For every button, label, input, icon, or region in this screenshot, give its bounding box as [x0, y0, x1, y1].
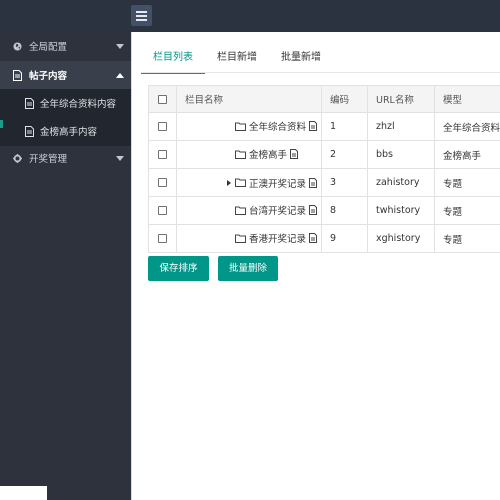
tab-divider	[141, 72, 500, 73]
sidebar-item-label: 全局配置	[29, 42, 68, 53]
name-cell: 全年综合资料	[176, 112, 322, 141]
column-table: 栏目名称 编码 URL名称 模型 全年综合资料 1 zhzl 全年综合资料 金榜高手 2 b…	[148, 85, 500, 253]
save-sort-button[interactable]: 保存排序	[148, 256, 209, 281]
header-code: 编码	[321, 85, 368, 113]
bottom-panel	[0, 486, 47, 500]
tab-column-list[interactable]: 栏目列表	[141, 44, 205, 74]
code-cell: 3	[321, 168, 368, 197]
table-row: 台湾开奖记录 8 twhistory 专题	[148, 196, 500, 225]
sidebar-item-post-content[interactable]: 帖子内容	[0, 61, 131, 89]
code-cell: 2	[321, 140, 368, 169]
table-row: 全年综合资料 1 zhzl 全年综合资料	[148, 112, 500, 141]
edit-icon[interactable]	[309, 177, 318, 188]
row-checkbox[interactable]	[158, 206, 167, 215]
tab-column-add[interactable]: 栏目新增	[205, 44, 269, 74]
url-cell: xghistory	[367, 224, 435, 253]
model-cell: 金榜高手	[434, 140, 500, 169]
column-name: 全年综合资料	[249, 122, 307, 134]
tab-bar: 栏目列表 栏目新增 批量新增	[141, 44, 333, 74]
model-cell: 全年综合资料	[434, 112, 500, 141]
sidebar-subitem-annual-data[interactable]: 全年综合资料内容	[0, 89, 131, 117]
chevron-up-icon	[116, 72, 124, 78]
globe-icon	[12, 41, 23, 51]
name-cell: 香港开奖记录	[176, 224, 322, 253]
row-select-cell	[148, 140, 177, 169]
table-row: 正澳开奖记录 3 zahistory 专题	[148, 168, 500, 197]
sidebar-subitem-gold-list[interactable]: 金榜高手内容	[0, 117, 131, 145]
document-icon	[25, 125, 34, 137]
sidebar: 全局配置 帖子内容 全年综合资料内容 金榜高手内容 开奖管理	[0, 32, 131, 500]
document-icon	[12, 69, 23, 81]
url-cell: bbs	[367, 140, 435, 169]
code-cell: 9	[321, 224, 368, 253]
table-row: 金榜高手 2 bbs 金榜高手	[148, 140, 500, 169]
model-cell: 专题	[434, 196, 500, 225]
row-select-cell	[148, 168, 177, 197]
row-checkbox[interactable]	[158, 150, 167, 159]
sidebar-submenu: 全年综合资料内容 金榜高手内容	[0, 89, 131, 146]
url-cell: zhzl	[367, 112, 435, 141]
batch-delete-button[interactable]: 批量删除	[218, 256, 278, 281]
column-name: 台湾开奖记录	[249, 206, 307, 218]
name-cell: 台湾开奖记录	[176, 196, 322, 225]
column-name: 金榜高手	[249, 150, 288, 162]
menu-toggle-button[interactable]	[131, 5, 152, 26]
row-checkbox[interactable]	[158, 178, 167, 187]
sidebar-subitem-label: 全年综合资料内容	[40, 99, 117, 110]
code-cell: 8	[321, 196, 368, 225]
code-cell: 1	[321, 112, 368, 141]
sidebar-item-label: 帖子内容	[29, 71, 68, 82]
select-all-checkbox[interactable]	[158, 94, 167, 104]
row-select-cell	[148, 196, 177, 225]
row-checkbox[interactable]	[158, 122, 167, 131]
folder-icon	[235, 234, 246, 243]
top-bar	[0, 0, 500, 32]
folder-icon	[235, 206, 246, 215]
edit-icon[interactable]	[309, 233, 318, 244]
model-cell: 专题	[434, 168, 500, 197]
url-cell: twhistory	[367, 196, 435, 225]
row-checkbox[interactable]	[158, 234, 167, 243]
folder-icon	[235, 178, 246, 187]
name-cell: 正澳开奖记录	[176, 168, 322, 197]
column-name: 正澳开奖记录	[249, 178, 307, 190]
header-model: 模型	[434, 85, 500, 113]
chevron-down-icon	[116, 155, 124, 161]
sidebar-subitem-label: 金榜高手内容	[40, 127, 98, 138]
edit-icon[interactable]	[309, 121, 318, 132]
sidebar-item-lottery-management[interactable]: 开奖管理	[0, 144, 131, 172]
table-row: 香港开奖记录 9 xghistory 专题	[148, 224, 500, 253]
row-select-cell	[148, 112, 177, 141]
name-cell: 金榜高手	[176, 140, 322, 169]
row-select-cell	[148, 224, 177, 253]
folder-icon	[235, 122, 246, 131]
edit-icon[interactable]	[309, 205, 318, 216]
chevron-down-icon	[116, 43, 124, 49]
select-all-cell	[148, 85, 177, 113]
active-indicator	[0, 120, 3, 128]
expand-arrow-icon[interactable]	[227, 179, 231, 186]
tab-batch-add[interactable]: 批量新增	[269, 44, 333, 74]
model-cell: 专题	[434, 224, 500, 253]
folder-icon	[235, 150, 246, 159]
column-name: 香港开奖记录	[249, 234, 307, 246]
gear-icon	[12, 153, 23, 163]
url-cell: zahistory	[367, 168, 435, 197]
document-icon	[25, 97, 34, 109]
header-name: 栏目名称	[176, 85, 322, 113]
sidebar-item-global-config[interactable]: 全局配置	[0, 32, 131, 60]
edit-icon[interactable]	[290, 149, 299, 160]
header-url: URL名称	[367, 85, 435, 113]
content-divider	[131, 32, 132, 500]
sidebar-item-label: 开奖管理	[29, 154, 68, 165]
